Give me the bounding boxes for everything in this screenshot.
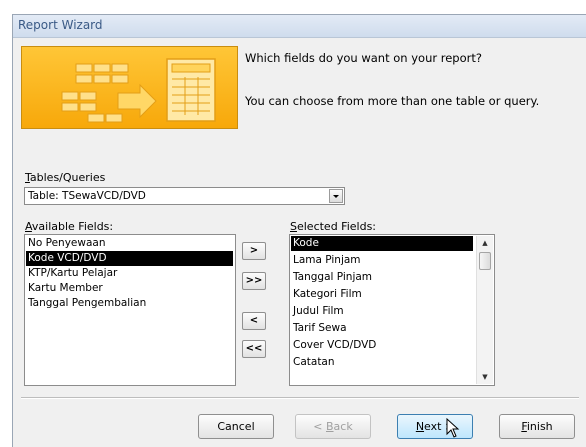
report-wizard-dialog: Report Wizard Which fields do you want o… (12, 14, 586, 447)
selected-fields-label: Selected Fields: (290, 220, 376, 233)
remove-field-button[interactable]: < (242, 312, 266, 330)
back-button-rest: ack (333, 420, 353, 433)
back-button-mnemonic: B (326, 420, 334, 433)
selected-field-item[interactable]: Catatan (291, 355, 335, 370)
available-fields-label-mnemonic: A (25, 220, 32, 233)
dropdown-button[interactable] (329, 189, 343, 203)
add-all-fields-button[interactable]: >> (242, 272, 266, 290)
available-field-item[interactable]: Kartu Member (26, 281, 103, 296)
available-field-item[interactable]: Tanggal Pengembalian (26, 296, 146, 311)
selected-fields-list[interactable]: Kode Lama Pinjam Tanggal Pinjam Kategori… (289, 234, 495, 386)
title-bar[interactable]: Report Wizard (13, 15, 586, 38)
available-fields-list[interactable]: No Penyewaan Kode VCD/DVD KTP/Kartu Pela… (24, 234, 236, 386)
scroll-down-icon[interactable]: ▼ (477, 370, 493, 384)
selected-fields-label-rest: elected Fields: (296, 220, 377, 233)
selected-field-item[interactable]: Kategori Film (291, 287, 362, 302)
scroll-up-icon[interactable]: ▲ (477, 236, 493, 250)
vertical-scrollbar[interactable]: ▲ ▼ (476, 236, 493, 384)
tables-queries-value: Table: TSewaVCD/DVD (28, 190, 146, 202)
selected-field-item[interactable]: Cover VCD/DVD (291, 338, 376, 353)
available-field-item[interactable]: No Penyewaan (26, 236, 105, 251)
finish-button[interactable]: Finish (499, 414, 575, 439)
available-field-item-selected[interactable]: Kode VCD/DVD (26, 251, 233, 266)
back-button[interactable]: < Back (295, 414, 371, 439)
available-fields-label-rest: vailable Fields: (31, 220, 114, 233)
selected-field-item[interactable]: Lama Pinjam (291, 253, 361, 268)
intro-hint: You can choose from more than one table … (245, 94, 540, 108)
back-button-prefix: < (313, 420, 326, 433)
tables-queries-combo[interactable]: Table: TSewaVCD/DVD (24, 187, 345, 205)
selected-field-item-selected[interactable]: Kode (291, 236, 473, 251)
selected-field-item[interactable]: Tanggal Pinjam (291, 270, 372, 285)
selected-field-item[interactable]: Judul Film (291, 304, 344, 319)
intro-question: Which fields do you want on your report? (245, 51, 482, 65)
remove-all-fields-button[interactable]: << (242, 340, 266, 358)
selected-field-item[interactable]: Tarif Sewa (291, 321, 347, 336)
finish-button-rest: inish (526, 420, 553, 433)
wizard-banner-image (21, 46, 238, 129)
footer-divider (21, 397, 579, 399)
available-fields-label: Available Fields: (25, 220, 113, 233)
tables-queries-label-rest: ables/Queries (29, 171, 106, 184)
chevron-down-icon (333, 195, 339, 198)
tables-queries-label: Tables/Queries (25, 171, 105, 184)
window-title: Report Wizard (18, 18, 103, 32)
table-to-report-icon (61, 58, 216, 123)
next-button-mnemonic: N (415, 420, 425, 433)
selected-fields-label-mnemonic: S (290, 220, 297, 233)
next-button[interactable]: Next > (397, 414, 473, 439)
add-field-button[interactable]: > (242, 242, 266, 260)
scrollbar-thumb[interactable] (479, 252, 491, 270)
available-field-item[interactable]: KTP/Kartu Pelajar (26, 266, 117, 281)
mouse-pointer-icon (446, 418, 460, 438)
cancel-button[interactable]: Cancel (198, 414, 274, 439)
